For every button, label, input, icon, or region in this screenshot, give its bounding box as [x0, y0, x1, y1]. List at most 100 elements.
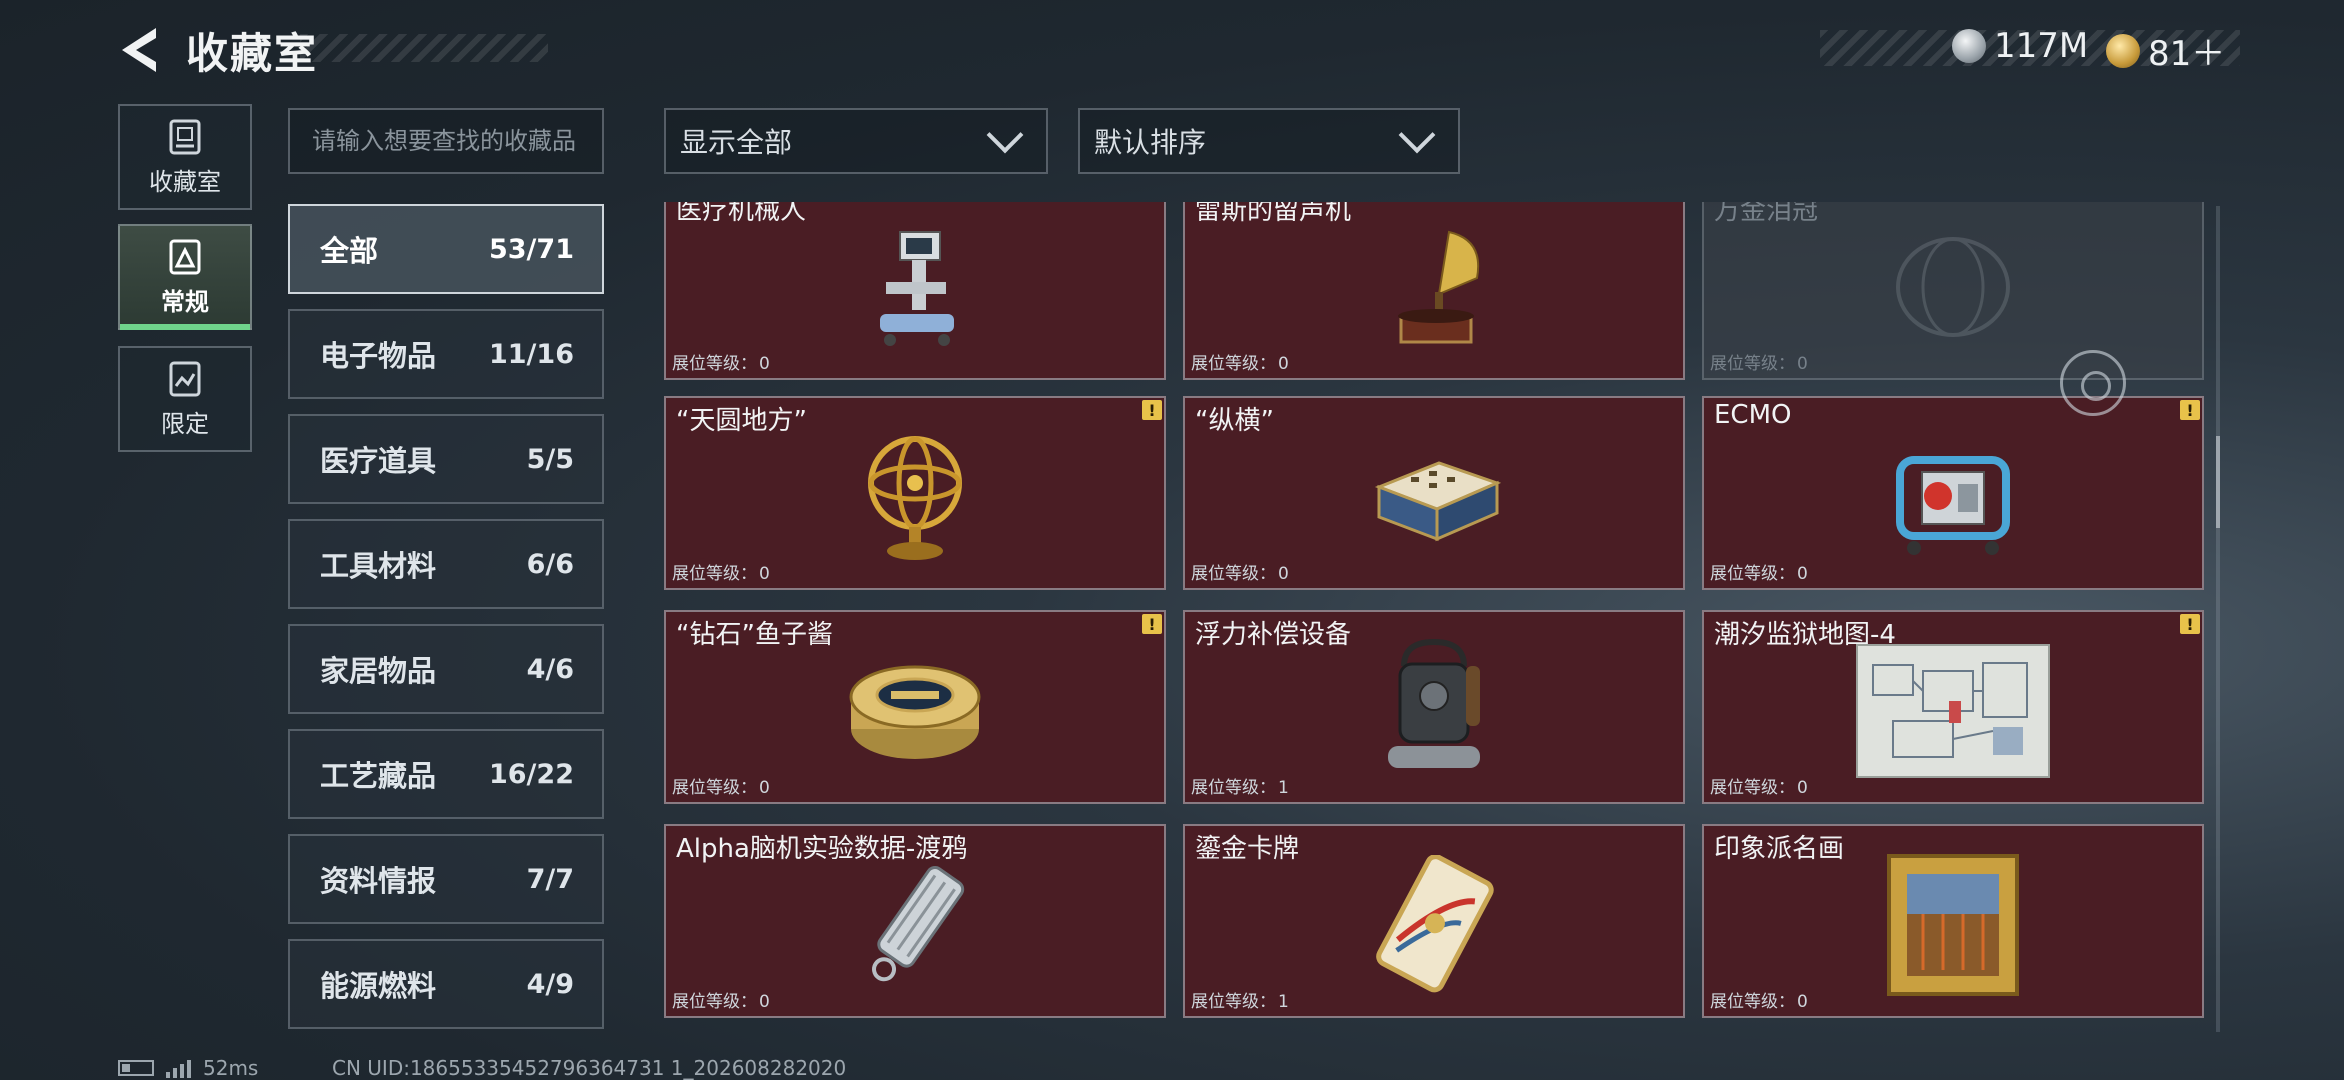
- gilded-card-icon: [1376, 854, 1494, 993]
- item-level: 展位等级： 1: [1191, 987, 1289, 1012]
- category-count: 5/5: [526, 443, 574, 475]
- level-value: 0: [759, 778, 770, 798]
- nav-regular[interactable]: 常规: [118, 224, 252, 330]
- nav-limited[interactable]: 限定: [118, 346, 252, 452]
- category-intel[interactable]: 资料情报 7/7: [288, 834, 604, 924]
- item-name: “钻石”鱼子酱: [676, 620, 833, 650]
- item-card[interactable]: “天圆地方” ! 展位等级： 0: [664, 396, 1166, 590]
- item-card[interactable]: 印象派名画 展位等级： 0: [1702, 824, 2204, 1018]
- level-value: 0: [1278, 354, 1289, 374]
- item-level: 展位等级： 0: [1710, 349, 1808, 374]
- item-card[interactable]: 雷斯的留声机 展位等级： 0: [1183, 202, 1685, 380]
- ping-value: 52ms: [203, 1056, 259, 1080]
- search-input[interactable]: [288, 108, 604, 174]
- warning-icon: !: [2180, 614, 2200, 634]
- category-count: 4/6: [526, 653, 574, 685]
- status-bar: 52ms: [118, 1056, 258, 1080]
- item-name: 鎏金卡牌: [1195, 834, 1300, 864]
- buoyancy-device-icon: [1388, 638, 1480, 768]
- silver-coin-icon: [1952, 29, 1986, 63]
- chevron-down-icon: [986, 116, 1024, 154]
- sort-dropdown-value: 默认排序: [1094, 126, 1207, 159]
- item-level: 展位等级： 1: [1191, 773, 1289, 798]
- scrollbar-track[interactable]: [2216, 206, 2220, 1032]
- nav-collection-room[interactable]: 收藏室: [118, 104, 252, 210]
- item-card[interactable]: ECMO ! 展位等级： 0: [1702, 396, 2204, 590]
- item-card[interactable]: 潮汐监狱地图-4 ! 展位等级： 0: [1702, 610, 2204, 804]
- category-name: 工具材料: [320, 549, 437, 583]
- currency-gold-value: 81＋: [2148, 34, 2226, 74]
- level-label: 展位等级：: [672, 354, 757, 374]
- item-name: ECMO: [1714, 400, 1792, 430]
- currency-silver-value: 117M: [1994, 26, 2089, 66]
- level-label: 展位等级：: [672, 992, 757, 1012]
- category-all[interactable]: 全部 53/71: [288, 204, 604, 294]
- item-card[interactable]: 医疗机械人 展位等级： 0: [664, 202, 1166, 380]
- category-count: 4/9: [526, 968, 574, 1000]
- level-value: 0: [759, 564, 770, 584]
- item-card[interactable]: Alpha脑机实验数据-渡鸦 展位等级： 0: [664, 824, 1166, 1018]
- chevron-down-icon: [1398, 116, 1436, 154]
- category-count: 11/16: [488, 338, 574, 370]
- back-arrow-icon: [122, 28, 156, 72]
- item-card[interactable]: 浮力补偿设备 展位等级： 1: [1183, 610, 1685, 804]
- nav-label: 常规: [161, 287, 209, 316]
- category-count: 53/71: [488, 233, 574, 265]
- title-decoration: [300, 34, 548, 62]
- item-name: 医疗机械人: [676, 202, 807, 226]
- category-count: 7/7: [526, 863, 574, 895]
- filter-dropdown[interactable]: 显示全部: [664, 108, 1048, 174]
- category-name: 医疗道具: [320, 444, 437, 478]
- level-label: 展位等级：: [672, 564, 757, 584]
- level-value: 0: [1797, 564, 1808, 584]
- level-label: 展位等级：: [1710, 778, 1795, 798]
- level-value: 0: [1797, 354, 1808, 374]
- level-label: 展位等级：: [1191, 992, 1276, 1012]
- collection-room-icon: [169, 119, 201, 154]
- item-name: 万金泪冠: [1714, 202, 1819, 226]
- limited-icon: [169, 361, 201, 396]
- map-icon: [1856, 643, 2050, 778]
- item-name: 浮力补偿设备: [1195, 620, 1352, 650]
- category-name: 电子物品: [320, 339, 437, 373]
- crown-icon: [1896, 236, 2010, 337]
- level-label: 展位等级：: [1191, 564, 1276, 584]
- category-name: 资料情报: [320, 864, 437, 898]
- sort-dropdown[interactable]: 默认排序: [1078, 108, 1460, 174]
- collection-grid: 医疗机械人 展位等级： 0 雷斯的留声机 展位等级： 0 万金泪冠 展位等级： 0 “: [664, 202, 2204, 1038]
- item-level: 展位等级： 0: [1191, 559, 1289, 584]
- regular-icon: [169, 239, 201, 274]
- framed-painting-icon: [1887, 853, 2019, 996]
- category-electronics[interactable]: 电子物品 11/16: [288, 309, 604, 399]
- item-level: 展位等级： 0: [672, 773, 770, 798]
- level-label: 展位等级：: [672, 778, 757, 798]
- category-medical[interactable]: 医疗道具 5/5: [288, 414, 604, 504]
- category-tools[interactable]: 工具材料 6/6: [288, 519, 604, 609]
- level-value: 0: [1797, 778, 1808, 798]
- scrollbar-thumb[interactable]: [2216, 436, 2220, 528]
- level-value: 0: [759, 354, 770, 374]
- category-crafts[interactable]: 工艺藏品 16/22: [288, 729, 604, 819]
- chess-box-icon: [1374, 461, 1502, 542]
- item-card[interactable]: “钻石”鱼子酱 ! 展位等级： 0: [664, 610, 1166, 804]
- level-label: 展位等级：: [1710, 354, 1795, 374]
- item-card[interactable]: “纵横” 展位等级： 0: [1183, 396, 1685, 590]
- warning-icon: !: [1142, 614, 1162, 634]
- item-card[interactable]: 鎏金卡牌 展位等级： 1: [1183, 824, 1685, 1018]
- ecmo-machine-icon: [1896, 455, 2010, 555]
- category-fuel[interactable]: 能源燃料 4/9: [288, 939, 604, 1029]
- item-level: 展位等级： 0: [672, 987, 770, 1012]
- level-label: 展位等级：: [1710, 992, 1795, 1012]
- nav-label: 限定: [161, 409, 209, 438]
- category-home[interactable]: 家居物品 4/6: [288, 624, 604, 714]
- filter-dropdown-value: 显示全部: [680, 126, 793, 159]
- item-name: 印象派名画: [1714, 834, 1845, 864]
- category-count: 16/22: [488, 758, 574, 790]
- item-level: 展位等级： 0: [672, 349, 770, 374]
- level-label: 展位等级：: [1710, 564, 1795, 584]
- item-card[interactable]: 万金泪冠 展位等级： 0: [1702, 202, 2204, 380]
- warning-icon: !: [1142, 400, 1162, 420]
- currency-gold[interactable]: 81＋: [2106, 26, 2225, 75]
- back-button[interactable]: [118, 26, 160, 74]
- gold-coin-icon: [2106, 33, 2140, 68]
